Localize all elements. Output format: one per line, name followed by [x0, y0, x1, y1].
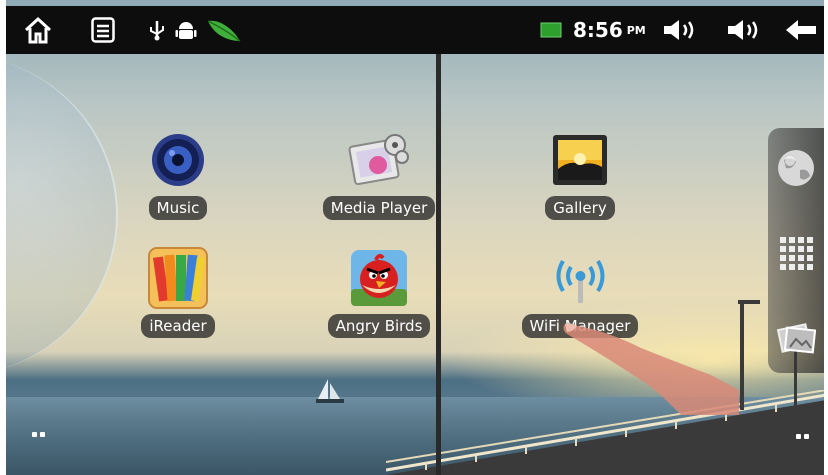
- menu-icon[interactable]: [88, 6, 118, 54]
- media-player-icon: [347, 128, 411, 192]
- app-label: Media Player: [322, 196, 436, 220]
- app-label: Gallery: [545, 196, 615, 220]
- speaker-icon: [146, 128, 210, 192]
- wifi-icon: [548, 246, 612, 310]
- app-label: iReader: [141, 314, 215, 338]
- photos-icon[interactable]: [768, 308, 824, 368]
- app-label: Angry Birds: [327, 314, 431, 338]
- app-gallery[interactable]: Gallery: [510, 128, 650, 220]
- page-indicator-left[interactable]: [32, 432, 45, 437]
- gallery-icon: [548, 128, 612, 192]
- side-dock: [768, 128, 824, 373]
- clock: 8:56 PM: [573, 6, 646, 54]
- page-indicator-right[interactable]: [796, 434, 809, 439]
- app-ireader[interactable]: iReader: [108, 246, 248, 338]
- home-icon[interactable]: [20, 6, 56, 54]
- app-media-player[interactable]: Media Player: [309, 128, 449, 220]
- status-bar: 8:56 PM: [6, 6, 824, 54]
- angry-bird-icon: [347, 246, 411, 310]
- pointing-finger: [563, 323, 739, 415]
- clock-time: 8:56: [573, 18, 623, 42]
- app-label: Music: [148, 196, 208, 220]
- volume-up-icon[interactable]: [724, 6, 764, 54]
- battery-icon: [538, 6, 564, 54]
- usb-icon: [146, 6, 168, 54]
- clock-ampm: PM: [626, 23, 646, 37]
- wallpaper-planet: [6, 55, 118, 375]
- leaf-icon: [204, 6, 244, 54]
- volume-down-icon[interactable]: [660, 6, 700, 54]
- back-arrow-icon[interactable]: [782, 6, 820, 54]
- app-drawer-grid-icon[interactable]: [768, 223, 824, 283]
- browser-globe-icon[interactable]: [768, 138, 824, 198]
- wallpaper-sailboat: [316, 379, 344, 403]
- app-angry-birds[interactable]: Angry Birds: [309, 246, 449, 338]
- android-debug-icon: [174, 6, 198, 54]
- app-music[interactable]: Music: [108, 128, 248, 220]
- home-screen: 8:56 PM Music Media Player Gallery iRead…: [6, 0, 824, 475]
- ireader-icon: [146, 246, 210, 310]
